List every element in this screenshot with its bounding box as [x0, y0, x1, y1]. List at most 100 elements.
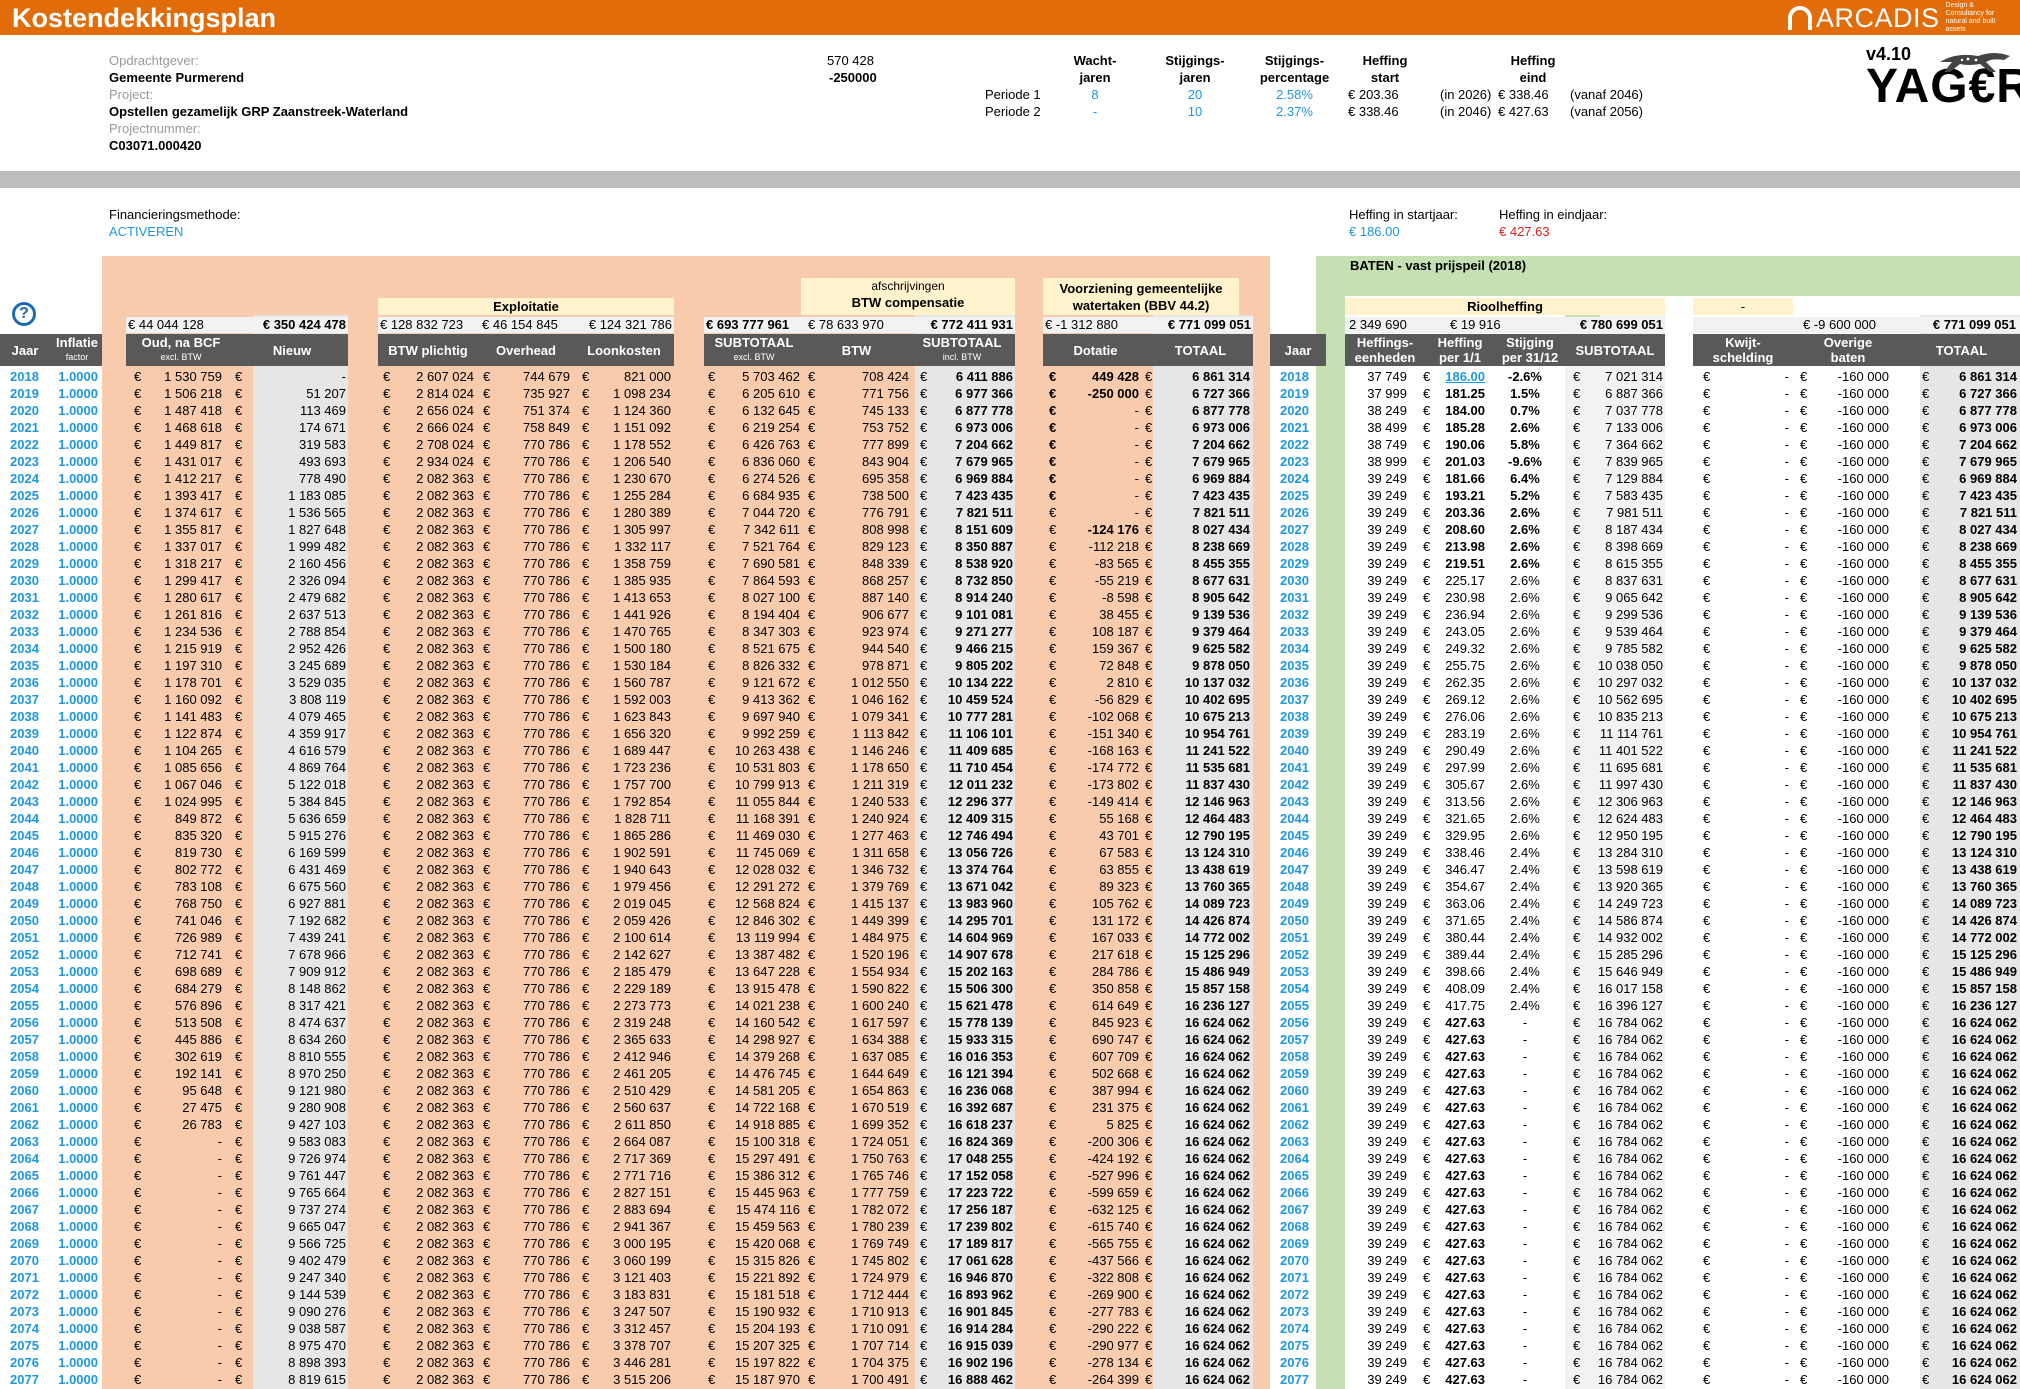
cell-ob: -160 000: [1837, 1253, 1889, 1268]
cell-eh: 39 249: [1367, 658, 1407, 673]
table-row: 2024 1.0000 €1 412 217 €778 490 €2 082 363 €7…: [0, 470, 2020, 487]
cell-loon: 2 100 614: [613, 930, 671, 945]
cell-nw: 4 869 764: [288, 760, 346, 775]
col-sub3: SUBTOTAAL: [1575, 342, 1655, 358]
cell-s2: 12 011 232: [948, 777, 1013, 792]
cell-y: 2040: [1280, 743, 1309, 758]
cell-oud: 1 160 092: [164, 692, 222, 707]
cell-y: 2068: [1280, 1219, 1309, 1234]
cell-h11: 427.63: [1445, 1134, 1485, 1149]
cell-loon: 1 206 540: [613, 454, 671, 469]
cell-btw: 1 277 463: [851, 828, 909, 843]
cell-tot: 7 679 965: [1192, 454, 1250, 469]
cell-kw: -: [1784, 1083, 1789, 1098]
period-2-stijg[interactable]: 10: [1160, 104, 1230, 120]
period-1-wacht[interactable]: 8: [1060, 87, 1130, 103]
cell-y: 2073: [1280, 1304, 1309, 1319]
cell-s1: 9 697 940: [742, 709, 800, 724]
table-row: 2034 1.0000 €1 215 919 €2 952 426 €2 082 363…: [0, 640, 2020, 657]
cell-y: 2021: [1280, 420, 1309, 435]
cell-st: 2.6%: [1510, 607, 1540, 622]
cell-loon: 2 510 429: [613, 1083, 671, 1098]
cell-ob: -160 000: [1837, 1168, 1889, 1183]
cell-tot: 7 821 511: [1192, 505, 1250, 520]
cell-oud: 835 320: [175, 828, 222, 843]
cell-inf: 1.0000: [58, 692, 98, 707]
period-2-heffing-start: € 338.46: [1348, 104, 1399, 119]
cell-s3: 16 784 062: [1597, 1117, 1663, 1132]
header-voorziening: Dotatie TOTAAL: [1043, 334, 1253, 366]
cell-dot: -615 740: [1087, 1219, 1139, 1234]
financing-value[interactable]: ACTIVEREN: [109, 224, 183, 240]
cell-nw: 3 808 119: [289, 692, 346, 707]
cell-st: -: [1522, 1321, 1528, 1336]
cell-s2: 13 056 726: [947, 845, 1013, 860]
cell-st: -: [1522, 1066, 1528, 1081]
cell-t2: 16 624 062: [1951, 1117, 2017, 1132]
cell-btwp: 2 082 363: [416, 709, 474, 724]
heffing-eind-header: Heffing: [1510, 53, 1556, 68]
cell-y: 2069: [1280, 1236, 1309, 1251]
cell-kw: -: [1784, 1015, 1789, 1030]
cell-loon: 2 611 850: [614, 1117, 671, 1132]
cell-st: 2.6%: [1510, 590, 1540, 605]
cell-ovh: 770 786: [523, 573, 570, 588]
cell-s2: 7 679 965: [955, 454, 1013, 469]
cell-tot: 13 124 310: [1184, 845, 1250, 860]
cell-s2: 17 048 255: [947, 1151, 1013, 1166]
cell-y: 2059: [1280, 1066, 1309, 1081]
project-number-value: C03071.000420: [109, 138, 202, 153]
cell-eh: 38 249: [1367, 403, 1407, 418]
cell-y: 2038: [10, 709, 39, 724]
cell-kw: -: [1784, 1117, 1789, 1132]
cell-btw: 708 424: [862, 369, 909, 384]
cell-eh: 39 249: [1367, 981, 1407, 996]
cell-t2: 16 624 062: [1951, 1253, 2017, 1268]
cell-btwp: 2 082 363: [416, 879, 474, 894]
cell-s1: 7 690 581: [742, 556, 800, 571]
col-nieuw: Nieuw: [272, 342, 312, 358]
cell-ob: -160 000: [1837, 1219, 1889, 1234]
cell-t2: 7 204 662: [1959, 437, 2017, 452]
cell-y: 2063: [1280, 1134, 1309, 1149]
cell-oud: 819 730: [175, 845, 222, 860]
table-row: 2040 1.0000 €1 104 265 €4 616 579 €2 082 363…: [0, 742, 2020, 759]
cell-ob: -160 000: [1837, 845, 1889, 860]
cell-t2: 16 624 062: [1951, 1219, 2017, 1234]
cell-tot: 16 624 062: [1184, 1219, 1250, 1234]
cell-btw: 848 339: [862, 556, 909, 571]
cell-y: 2077: [1280, 1372, 1309, 1387]
cell-ovh: 770 786: [523, 981, 570, 996]
cell-ob: -160 000: [1837, 964, 1889, 979]
cell-tot: 9 379 464: [1192, 624, 1250, 639]
cell-ob: -160 000: [1837, 675, 1889, 690]
cell-btw: 1 710 091: [851, 1321, 909, 1336]
table-row: 2038 1.0000 €1 141 483 €4 079 465 €2 082 363…: [0, 708, 2020, 725]
cell-dot: 387 994: [1092, 1083, 1139, 1098]
cell-kw: -: [1784, 1304, 1789, 1319]
cell-btwp: 2 666 024: [416, 420, 474, 435]
cell-eh: 37 999: [1367, 386, 1407, 401]
cell-btw: 808 998: [862, 522, 909, 537]
title-bar: Kostendekkingsplan ARCADIS Design & Cons…: [0, 0, 2020, 35]
arcadis-logo-icon: [1788, 6, 1812, 30]
cell-inf: 1.0000: [58, 471, 98, 486]
cell-ob: -160 000: [1837, 930, 1889, 945]
cell-kw: -: [1784, 828, 1789, 843]
cell-oud: 1 530 759: [164, 369, 222, 384]
help-icon[interactable]: ?: [12, 302, 36, 326]
cell-t2: 16 624 062: [1951, 1168, 2017, 1183]
cell-ovh: 744 679: [523, 369, 570, 384]
period-2-wacht[interactable]: -: [1060, 104, 1130, 120]
cell-h11: 181.66: [1445, 471, 1485, 486]
cell-oud: -: [217, 1270, 222, 1285]
cell-inf: 1.0000: [58, 1338, 98, 1353]
cell-s3: 12 624 483: [1597, 811, 1663, 826]
period-1-stijg[interactable]: 20: [1160, 87, 1230, 103]
cell-dot: 67 583: [1099, 845, 1139, 860]
cell-eh: 39 249: [1367, 1117, 1407, 1132]
cell-ob: -160 000: [1837, 1236, 1889, 1251]
cell-s1: 12 846 302: [734, 913, 800, 928]
cell-s1: 15 181 518: [734, 1287, 800, 1302]
cell-oud: 1 178 701: [164, 675, 222, 690]
